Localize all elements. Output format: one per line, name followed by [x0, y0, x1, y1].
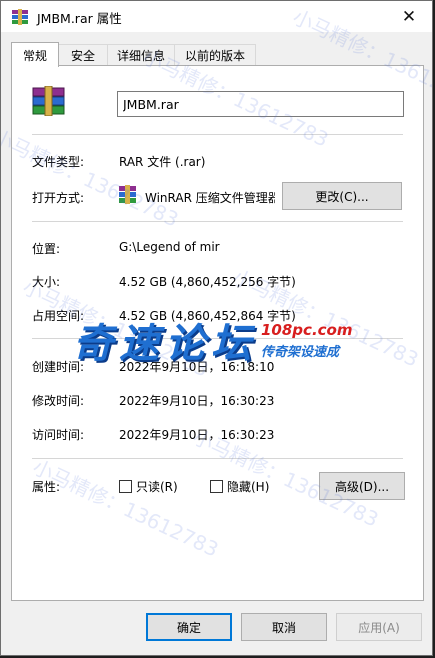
properties-window: JMBM.rar 属性 ✕ 常规 安全 详细信息 以前的版本 文件类型: RAR…	[0, 0, 433, 656]
title-bar: JMBM.rar 属性 ✕	[1, 1, 432, 32]
location-value: G:\Legend of mir	[119, 240, 220, 254]
winrar-archive-icon	[12, 9, 28, 25]
readonly-label[interactable]: 只读(R)	[136, 478, 178, 495]
separator	[32, 338, 403, 339]
location-label: 位置:	[32, 242, 61, 256]
accessed-value: 2022年9月10日，16:30:23	[119, 428, 275, 442]
separator	[32, 458, 403, 459]
close-button[interactable]: ✕	[386, 1, 432, 32]
file-type-label: 文件类型:	[32, 155, 85, 169]
size-on-disk-label: 占用空间:	[32, 309, 85, 323]
rar-file-icon	[32, 86, 65, 116]
size-on-disk-value: 4.52 GB (4,860,452,864 字节)	[119, 309, 296, 323]
apply-button[interactable]: 应用(A)	[336, 613, 422, 641]
tab-security[interactable]: 安全	[58, 44, 108, 65]
created-value: 2022年9月10日，16:18:10	[119, 360, 275, 374]
separator	[32, 221, 403, 222]
size-value: 4.52 GB (4,860,452,256 字节)	[119, 275, 296, 289]
attributes-label: 属性:	[32, 480, 61, 494]
modified-value: 2022年9月10日，16:30:23	[119, 394, 275, 408]
open-with-label: 打开方式:	[32, 191, 85, 205]
file-name-input[interactable]	[117, 91, 404, 117]
window-title: JMBM.rar 属性	[37, 11, 122, 26]
separator	[32, 134, 403, 135]
created-label: 创建时间:	[32, 360, 85, 374]
tab-details[interactable]: 详细信息	[107, 44, 175, 65]
readonly-checkbox[interactable]	[119, 480, 132, 493]
winrar-app-icon	[119, 185, 136, 204]
change-button[interactable]: 更改(C)...	[282, 182, 402, 210]
cancel-button[interactable]: 取消	[241, 613, 327, 641]
advanced-button[interactable]: 高级(D)...	[319, 472, 405, 500]
size-label: 大小:	[32, 275, 61, 289]
tab-previous-versions[interactable]: 以前的版本	[174, 44, 256, 65]
hidden-checkbox[interactable]	[210, 480, 223, 493]
general-panel: 文件类型: RAR 文件 (.rar) 打开方式: WinRAR 压缩文件管理器…	[11, 65, 424, 601]
open-with-value: WinRAR 压缩文件管理器	[145, 191, 275, 205]
ok-button[interactable]: 确定	[146, 613, 232, 641]
hidden-label[interactable]: 隐藏(H)	[227, 478, 269, 495]
tab-general[interactable]: 常规	[11, 42, 59, 67]
accessed-label: 访问时间:	[32, 428, 85, 442]
file-type-value: RAR 文件 (.rar)	[119, 155, 206, 169]
tab-strip: 常规 安全 详细信息 以前的版本	[11, 42, 422, 67]
modified-label: 修改时间:	[32, 394, 85, 408]
